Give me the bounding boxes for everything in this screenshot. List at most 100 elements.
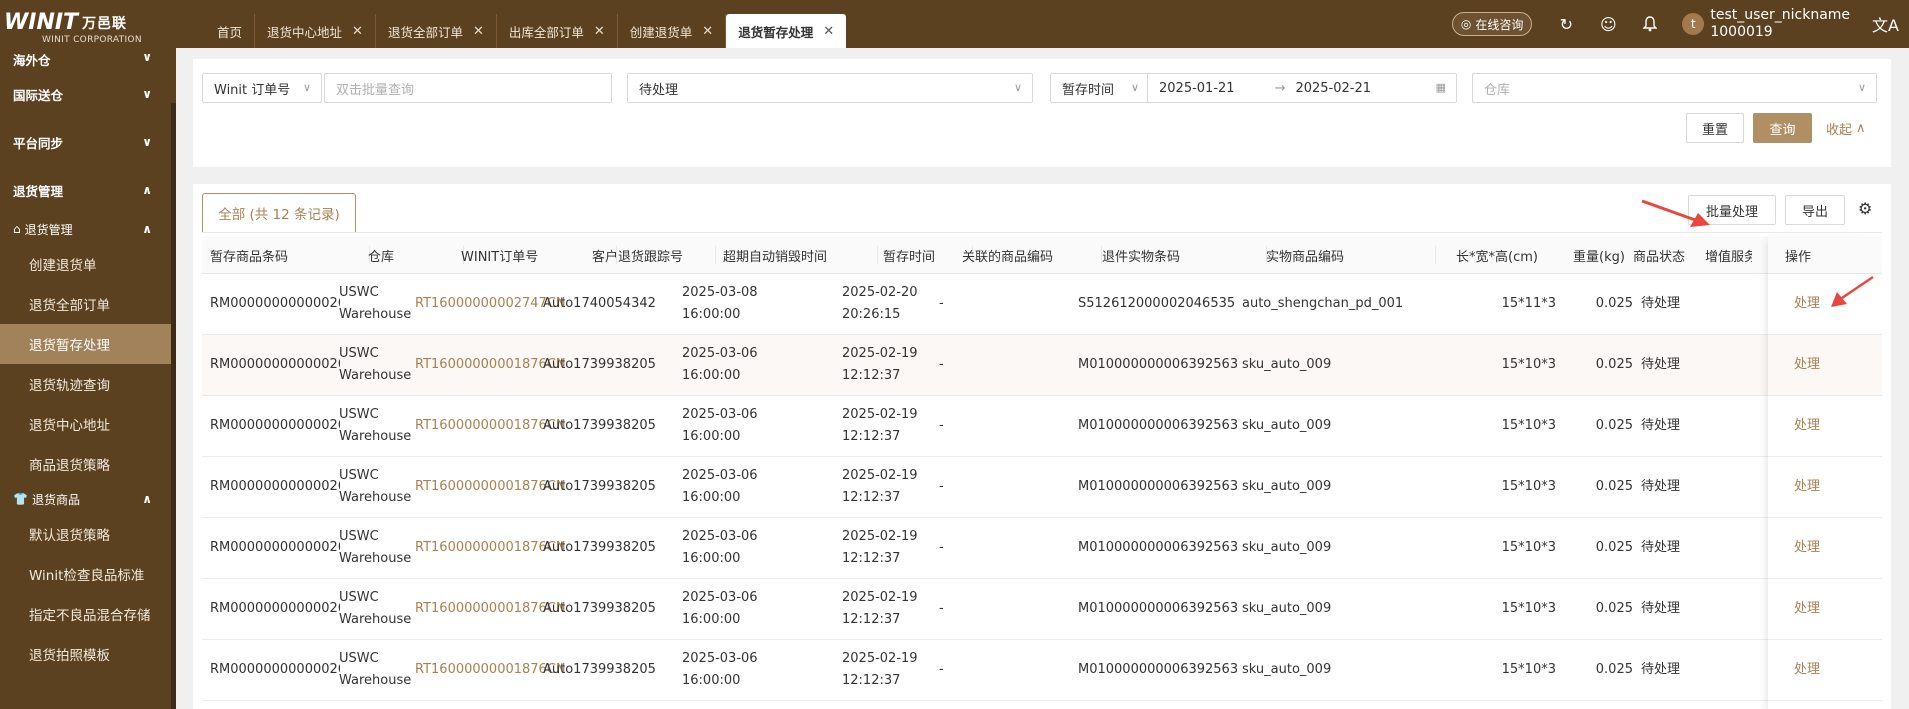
cell-staging-time: 2025-02-20 20:26:15 (842, 274, 932, 334)
cell-sku: sku_auto_009 (1242, 457, 1432, 517)
tab-outbound-all-orders[interactable]: 出库全部订单 ✕ (497, 14, 618, 48)
sidebar-sub-return-products[interactable]: 👕 退货商品 ∧ (0, 484, 176, 514)
close-icon[interactable]: ✕ (594, 24, 605, 39)
cell-text: 2025-02-19 (842, 651, 918, 666)
tab-return-all-orders[interactable]: 退货全部订单 ✕ (376, 14, 497, 48)
sidebar-item-return-all-orders[interactable]: 退货全部订单 (0, 284, 176, 324)
collapse-button[interactable]: 收起 ∧ (1826, 119, 1866, 138)
cell-linked-code: - (939, 518, 979, 578)
date-end[interactable]: 2025-02-21 (1295, 81, 1371, 96)
cell-text: M010000000006392563 (1078, 479, 1239, 494)
cell-linked-code: - (939, 396, 979, 456)
reset-button[interactable]: 重置 (1686, 113, 1744, 143)
cell-text: 待处理 (1641, 296, 1681, 311)
cell-text: 16:00:00 (682, 429, 741, 444)
sidebar-group-international[interactable]: 国际送仓 ∨ (0, 70, 176, 118)
sidebar-item-return-staging[interactable]: 退货暂存处理 (0, 324, 176, 364)
col-staging-time: 暂存时间 (883, 236, 973, 274)
row-process-link[interactable]: 处理 (1794, 396, 1834, 456)
batch-process-button[interactable]: 批量处理 (1688, 195, 1776, 225)
sidebar-sub-label: 退货商品 (31, 492, 80, 507)
sidebar-item-return-photo-template[interactable]: 退货拍照模板 (0, 634, 176, 674)
cell-text: sku_auto_009 (1242, 540, 1332, 555)
tab-label: 退货全部订单 (387, 24, 463, 40)
sidebar-group-label: 平台同步 (13, 135, 64, 151)
sidebar-item-return-center-address[interactable]: 退货中心地址 (0, 404, 176, 444)
tab-return-center-address[interactable]: 退货中心地址 ✕ (255, 14, 376, 48)
date-start[interactable]: 2025-01-21 (1159, 81, 1235, 96)
row-process-link[interactable]: 处理 (1794, 640, 1834, 700)
time-type-select[interactable]: 暂存时间 ∨ (1050, 73, 1150, 103)
winit-logo[interactable]: WINIT 万邑联 WINIT CORPORATION (4, 10, 164, 46)
sidebar-group-return-management[interactable]: 退货管理 ∧ (0, 166, 176, 214)
date-range-picker[interactable]: 2025-01-21 → 2025-02-21 ▦ (1147, 73, 1457, 103)
status-select[interactable]: 待处理 ∨ (627, 73, 1033, 103)
sidebar-item-winit-quality-standard[interactable]: Winit检查良品标准 (0, 554, 176, 594)
warehouse-select[interactable]: 仓库 ∨ (1472, 73, 1877, 103)
row-process-link[interactable]: 处理 (1794, 457, 1834, 517)
query-button[interactable]: 查询 (1753, 113, 1812, 143)
avatar[interactable]: t (1682, 13, 1705, 35)
cell-staging-code: RM0000000000002617 (210, 579, 340, 639)
cell-destroy-time: 2025-03-08 16:00:00 (682, 274, 792, 334)
cell-linked-code: - (939, 335, 979, 395)
sidebar-item-defective-mixed-storage[interactable]: 指定不良品混合存储 (0, 594, 176, 634)
sidebar-item-create-return[interactable]: 创建退货单 (0, 244, 176, 284)
batch-query-input[interactable]: 双击批量查询 (324, 73, 612, 103)
cell-text: Auto1739938205 (543, 601, 656, 616)
user-info[interactable]: test_user_nickname 1000019 (1710, 7, 1850, 41)
table-header: 暂存商品条码 仓库 WINIT订单号 客户退货跟踪号 超期自动销毁时间 暂存时间… (202, 236, 1882, 274)
cell-weight: 0.025 (1573, 457, 1633, 517)
close-icon[interactable]: ✕ (823, 24, 834, 39)
sidebar-sub-return-management[interactable]: ⌂ 退货管理 ∧ (0, 214, 176, 244)
export-button[interactable]: 导出 (1785, 195, 1845, 225)
sidebar-group-overseas-warehouse[interactable]: 海外仓 ∨ (0, 48, 176, 70)
cell-dimensions: 15*10*3 (1456, 335, 1556, 395)
sidebar: 海外仓 ∨ 国际送仓 ∨ 平台同步 ∨ 退货管理 ∧ ⌂ 退货管理 ∧ 创建退货单 退货全… (0, 48, 176, 709)
sidebar-group-platform-sync[interactable]: 平台同步 ∨ (0, 118, 176, 166)
cell-text: 16:00:00 (682, 490, 741, 505)
top-right-tools: ◎ 在线咨询 ↻ ☺ t test_user_nickname 1000019 … (1451, 0, 1899, 48)
close-icon[interactable]: ✕ (473, 24, 484, 39)
sidebar-item-product-return-policy[interactable]: 商品退货策略 (0, 444, 176, 484)
sidebar-item-default-return-policy[interactable]: 默认退货策略 (0, 514, 176, 554)
chat-icon: ◎ (1460, 17, 1472, 31)
close-icon[interactable]: ✕ (352, 24, 363, 39)
refresh-icon[interactable]: ↻ (1556, 14, 1576, 34)
cell-text: sku_auto_009 (1242, 357, 1332, 372)
sidebar-item-return-tracking[interactable]: 退货轨迹查询 (0, 364, 176, 404)
cell-tracking: Auto1739938205 (543, 640, 667, 700)
cell-linked-code: - (939, 640, 979, 700)
tab-return-staging[interactable]: 退货暂存处理 ✕ (726, 14, 847, 48)
cell-text: M010000000006392563 (1078, 540, 1239, 555)
row-process-link[interactable]: 处理 (1794, 579, 1834, 639)
order-type-select[interactable]: Winit 订单号 ∨ (202, 73, 322, 103)
row-process-link[interactable]: 处理 (1794, 518, 1834, 578)
smile-icon[interactable]: ☺ (1598, 14, 1618, 34)
cell-text: 2025-02-19 (842, 407, 918, 422)
row-process-link[interactable]: 处理 (1794, 274, 1834, 334)
close-icon[interactable]: ✕ (702, 24, 713, 39)
cell-text: 待处理 (1641, 540, 1681, 555)
online-consult-button[interactable]: ◎ 在线咨询 (1451, 12, 1533, 36)
cell-text: 15*10*3 (1501, 662, 1556, 677)
cell-dimensions: 15*10*3 (1456, 396, 1556, 456)
tab-label: 首页 (217, 24, 243, 40)
home-icon: ⌂ (13, 222, 21, 236)
cell-staging-code: RM0000000000002614 (210, 396, 340, 456)
cell-text: 0.025 (1595, 540, 1633, 555)
tab-all-records[interactable]: 全部 (共 12 条记录) (202, 193, 356, 233)
bell-icon[interactable] (1640, 14, 1660, 34)
tab-create-return[interactable]: 创建退货单 ✕ (618, 14, 727, 48)
table-row: RM0000000000002613USWCWarehouseRT1600000… (202, 335, 1882, 396)
table-row: RM0000000000002623USWCWarehouseRT1600000… (202, 274, 1882, 335)
tab-home[interactable]: 首页 (205, 14, 256, 48)
user-nickname: test_user_nickname (1710, 7, 1851, 23)
col-staging-code: 暂存商品条码 (210, 236, 370, 274)
cell-sku: sku_auto_009 (1242, 396, 1432, 456)
cell-staging-code: RM0000000000002618 (210, 640, 340, 700)
row-process-link[interactable]: 处理 (1794, 335, 1834, 395)
cell-text: 16:00:00 (682, 673, 741, 688)
gear-icon[interactable]: ⚙ (1858, 199, 1872, 218)
language-icon[interactable]: 文A (1872, 12, 1899, 36)
